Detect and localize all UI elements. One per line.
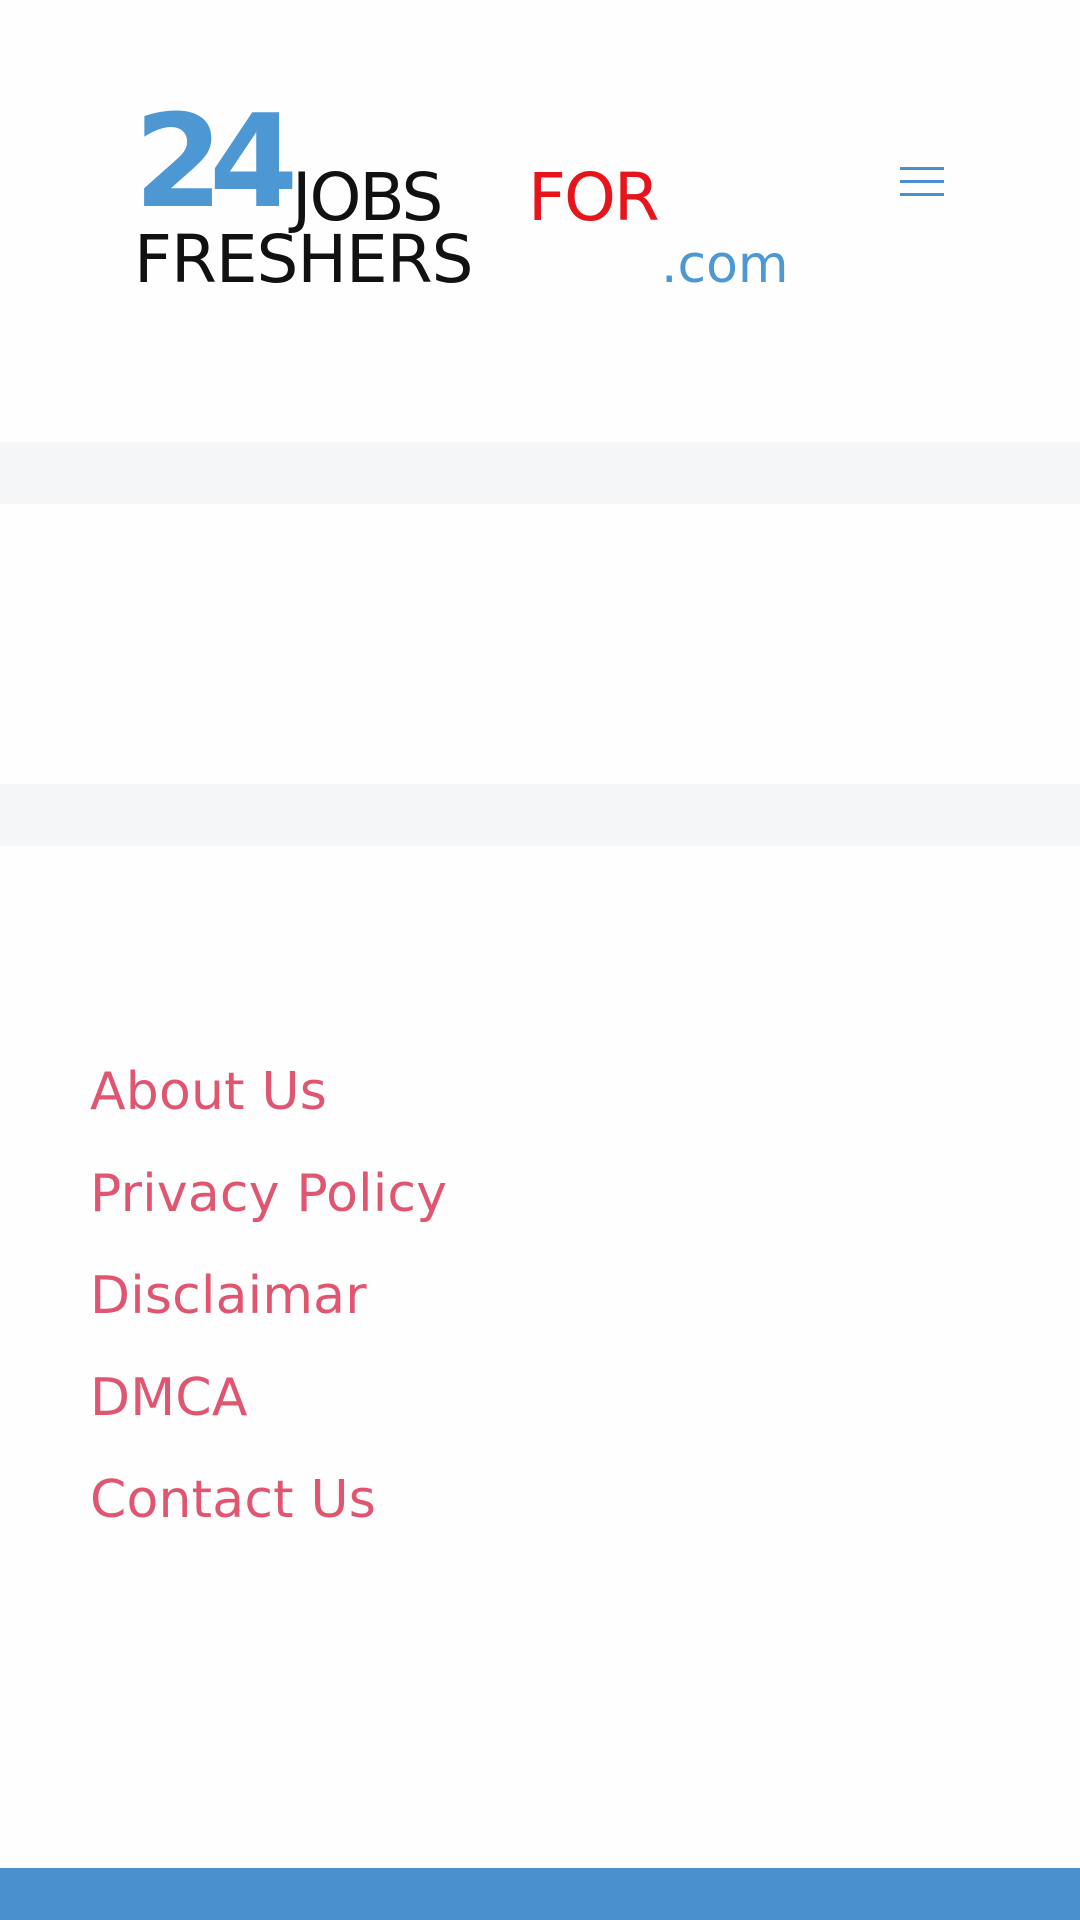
footer-bottom-bar <box>0 1868 1080 1920</box>
svg-text:FRESHERS: FRESHERS <box>134 221 473 292</box>
hamburger-menu-icon <box>900 167 944 196</box>
menu-toggle-button[interactable] <box>880 150 964 214</box>
svg-text:.com: .com <box>661 235 789 292</box>
footer-link-item: Contact Us <box>90 1458 990 1560</box>
separator-band <box>0 442 1080 504</box>
site-logo[interactable]: 24 JOBS FOR FRESHERS .com <box>134 92 804 292</box>
svg-text:24: 24 <box>134 92 293 237</box>
separator-band <box>0 784 1080 846</box>
footer-link-item: DMCA <box>90 1356 990 1458</box>
logo-graphic: 24 JOBS FOR FRESHERS .com <box>134 92 789 292</box>
privacy-policy-link[interactable]: Privacy Policy <box>90 1164 447 1224</box>
footer-link-item: About Us <box>90 1050 990 1152</box>
site-header: 24 JOBS FOR FRESHERS .com <box>0 0 1080 442</box>
svg-text:FOR: FOR <box>528 159 658 236</box>
footer-link-item: Disclaimar <box>90 1254 990 1356</box>
dmca-link[interactable]: DMCA <box>90 1368 248 1428</box>
contact-us-link[interactable]: Contact Us <box>90 1470 376 1530</box>
content-area <box>0 504 1080 784</box>
about-us-link[interactable]: About Us <box>90 1062 327 1122</box>
footer-links: About Us Privacy Policy Disclaimar DMCA … <box>90 1050 990 1560</box>
disclaimer-link[interactable]: Disclaimar <box>90 1266 367 1326</box>
footer-link-item: Privacy Policy <box>90 1152 990 1254</box>
